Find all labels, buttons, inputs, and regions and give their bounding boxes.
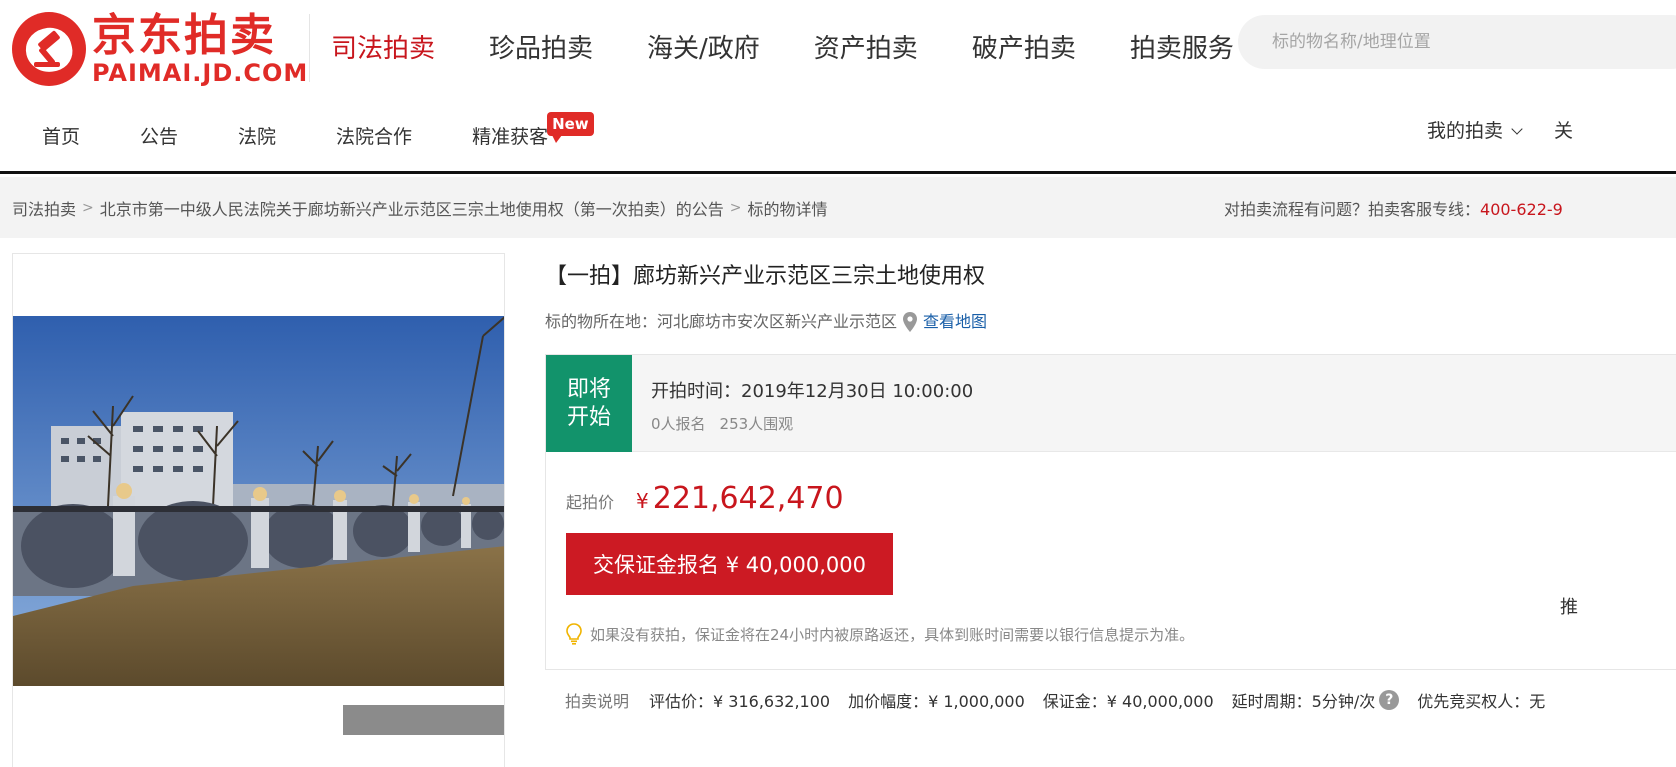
- start-time: 开拍时间：2019年12月30日 10:00:00: [651, 381, 974, 402]
- header-divider: [309, 14, 310, 82]
- logo-text-en: PAIMAI.JD.COM: [92, 59, 309, 87]
- bid-increment: 加价幅度：¥ 1,000,000: [848, 692, 1025, 711]
- subnav-home[interactable]: 首页: [42, 122, 80, 152]
- location-label: 标的物所在地：: [545, 312, 658, 331]
- main-nav: 司法拍卖 珍品拍卖 海关/政府 资产拍卖 破产拍卖 拍卖服务: [331, 30, 1288, 68]
- nav-auction-service[interactable]: 拍卖服务: [1130, 30, 1234, 68]
- auction-status-panel: 即将开始 开拍时间：2019年12月30日 10:00:00 0人报名 253人围…: [545, 354, 1676, 670]
- status-badge: 即将开始: [546, 355, 632, 452]
- search-box: [1238, 15, 1676, 69]
- status-strip: 即将开始 开拍时间：2019年12月30日 10:00:00 0人报名 253人围…: [546, 355, 1676, 452]
- lot-photo[interactable]: [13, 316, 504, 686]
- help-question-icon[interactable]: ?: [1379, 690, 1400, 710]
- priority-bidder: 优先竞买权人：无: [1417, 692, 1546, 711]
- sub-nav-items: 首页 公告 法院 法院合作 精准获客 New: [42, 112, 608, 152]
- subnav-precise-acquisition-label: 精准获客: [472, 126, 549, 148]
- breadcrumb-judicial-auction[interactable]: 司法拍卖: [12, 196, 76, 220]
- new-badge: New: [547, 112, 594, 143]
- clipped-side-text: 推: [1560, 597, 1578, 618]
- photo-overlay-button[interactable]: [343, 705, 504, 735]
- pay-deposit-register-button[interactable]: 交保证金报名 ¥ 40,000,000: [566, 533, 893, 595]
- auction-details-row: 拍卖说明 评估价：¥ 316,632,100 加价幅度：¥ 1,000,000 …: [565, 688, 1545, 712]
- auction-hammer-icon: [12, 12, 86, 86]
- participation-counts: 0人报名 253人围观: [651, 413, 793, 434]
- help-hotline: 对拍卖流程有问题？拍卖客服专线：400-622-9: [1224, 196, 1563, 220]
- help-phone[interactable]: 400-622-9: [1480, 200, 1563, 219]
- help-text: 对拍卖流程有问题？拍卖客服专线：: [1224, 200, 1481, 219]
- chevron-right-icon: >: [82, 200, 94, 216]
- logo-text-cn: 京东拍卖: [92, 10, 276, 61]
- subnav-announcements[interactable]: 公告: [140, 122, 178, 152]
- subnav-precise-acquisition[interactable]: 精准获客 New: [472, 112, 594, 152]
- location-value: 河北廊坊市安次区新兴产业示范区: [657, 312, 898, 331]
- starting-price-label: 起拍价: [566, 493, 615, 512]
- subnav-courts[interactable]: 法院: [238, 122, 276, 152]
- lot-gallery: [12, 253, 505, 767]
- breadcrumb-bar: 司法拍卖 > 北京市第一中级人民法院关于廊坊新兴产业示范区三宗土地使用权（第一次…: [0, 177, 1676, 238]
- deposit-refund-hint: 如果没有获拍，保证金将在24小时内被原路返还，具体到账时间需要以银行信息提示为准…: [566, 623, 1194, 645]
- nav-customs-government[interactable]: 海关/政府: [647, 30, 760, 68]
- subnav-court-cooperation[interactable]: 法院合作: [336, 122, 412, 152]
- currency-symbol: ¥: [636, 489, 649, 513]
- my-auction-label: 我的拍卖: [1427, 120, 1504, 142]
- site-logo[interactable]: 京东拍卖 PAIMAI.JD.COM: [12, 12, 308, 86]
- lot-location: 标的物所在地： 河北廊坊市安次区新兴产业示范区 查看地图: [545, 311, 987, 333]
- deposit-refund-hint-text: 如果没有获拍，保证金将在24小时内被原路返还，具体到账时间需要以银行信息提示为准…: [590, 625, 1195, 644]
- nav-asset-auction[interactable]: 资产拍卖: [814, 30, 918, 68]
- top-header: 京东拍卖 PAIMAI.JD.COM 司法拍卖 珍品拍卖 海关/政府 资产拍卖 …: [0, 0, 1676, 100]
- signup-count: 0人报名: [651, 415, 706, 433]
- nav-bankruptcy-auction[interactable]: 破产拍卖: [972, 30, 1076, 68]
- auction-notes-label[interactable]: 拍卖说明: [565, 688, 629, 712]
- follow-menu[interactable]: 关: [1554, 118, 1573, 144]
- my-auction-menu[interactable]: 我的拍卖: [1427, 118, 1523, 144]
- chevron-right-icon: >: [729, 200, 742, 216]
- breadcrumb-announcement[interactable]: 北京市第一中级人民法院关于廊坊新兴产业示范区三宗土地使用权（第一次拍卖）的公告: [100, 196, 724, 220]
- view-map-link[interactable]: 查看地图: [923, 311, 987, 333]
- starting-price-value: 221,642,470: [652, 481, 844, 516]
- map-pin-icon: [903, 312, 918, 332]
- deposit-amount: 保证金：¥ 40,000,000: [1042, 692, 1214, 711]
- breadcrumb-current: 标的物详情: [747, 200, 828, 219]
- starting-price: 起拍价 ¥ 221,642,470: [566, 481, 844, 516]
- chevron-down-icon: [1511, 123, 1523, 135]
- search-input[interactable]: [1272, 32, 1652, 52]
- logo-text: 京东拍卖 PAIMAI.JD.COM: [92, 10, 309, 87]
- sub-nav: 首页 公告 法院 法院合作 精准获客 New: [0, 100, 1676, 174]
- appraisal-value: 评估价：¥ 316,632,100: [649, 692, 831, 711]
- nav-treasure-auction[interactable]: 珍品拍卖: [489, 30, 593, 68]
- breadcrumb: 司法拍卖 > 北京市第一中级人民法院关于廊坊新兴产业示范区三宗土地使用权（第一次…: [12, 196, 828, 220]
- watcher-count: 253人围观: [719, 415, 794, 433]
- nav-judicial-auction[interactable]: 司法拍卖: [331, 30, 435, 68]
- delay-period: 延时周期：5分钟/次: [1231, 692, 1376, 711]
- lot-title: 【一拍】廊坊新兴产业示范区三宗土地使用权: [545, 264, 986, 289]
- lightbulb-icon: [566, 623, 582, 645]
